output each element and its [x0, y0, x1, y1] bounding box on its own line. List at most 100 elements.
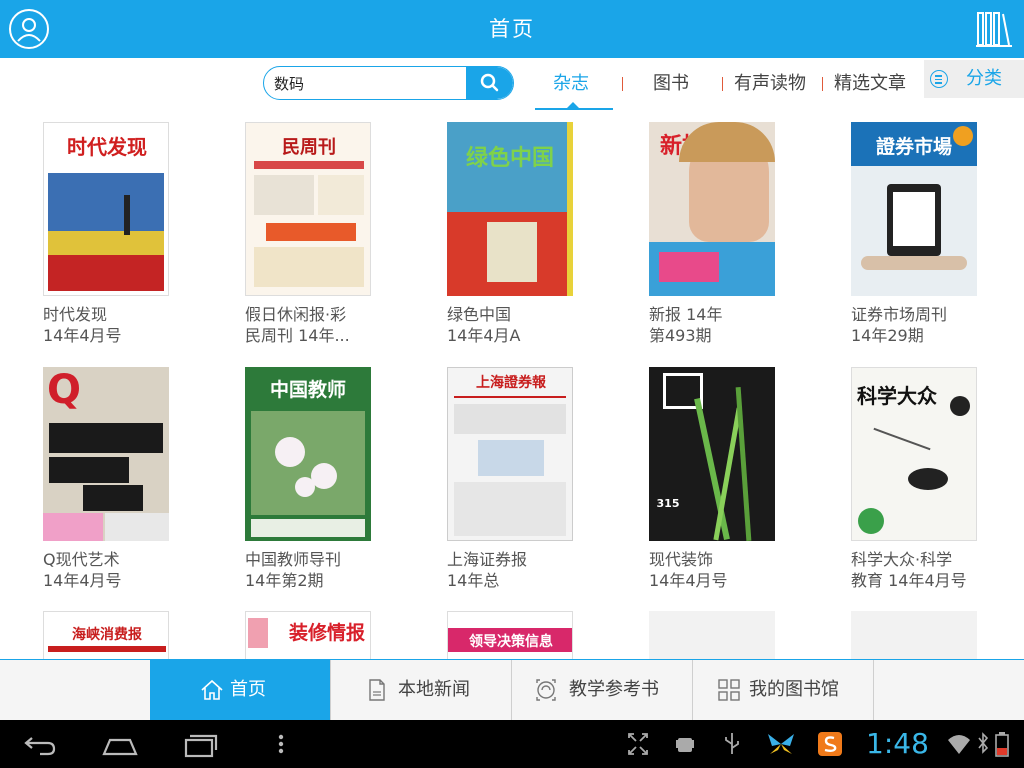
- news-icon: [369, 679, 385, 701]
- magazine-cover-placeholder: [851, 611, 977, 659]
- search-box: [263, 66, 514, 100]
- magazine-item[interactable]: 上海證券報 上海证券报 14年总: [447, 367, 587, 591]
- fullscreen-icon: [628, 733, 648, 755]
- magazine-caption: 科学大众·科学 教育 14年4月号: [851, 549, 991, 591]
- magazine-issue: 14年4月A: [447, 326, 521, 345]
- magazine-item[interactable]: 315 现代装饰 14年4月号: [649, 367, 789, 591]
- page-title: 首页: [489, 17, 535, 41]
- menu-icon: [930, 70, 948, 88]
- magazine-title: 中国教师导刊: [245, 550, 342, 569]
- magazine-cover: 證券市場: [851, 122, 977, 296]
- android-debug-icon: [676, 738, 694, 752]
- home-system-icon[interactable]: [100, 730, 140, 758]
- magazine-issue: 14年4月号: [43, 571, 122, 590]
- magazine-title: 现代装饰: [649, 550, 714, 569]
- magazine-item[interactable]: 装修情报: [245, 611, 385, 659]
- home-icon: [201, 679, 223, 700]
- magazine-item[interactable]: 领导决策信息: [447, 611, 587, 659]
- search-button[interactable]: [466, 67, 513, 99]
- magazine-title: 绿色中国: [447, 305, 512, 324]
- cover-masthead: 上海證券報: [476, 375, 546, 391]
- magazine-caption: 新报 14年 第493期: [649, 304, 789, 346]
- nav-reference-books-label: 教学参考书: [569, 679, 659, 700]
- cover-masthead: 领导决策信息: [469, 634, 553, 650]
- system-bar: 1:48: [0, 720, 1024, 768]
- magazine-cover-placeholder: [649, 611, 775, 659]
- magazine-cover: 领导决策信息: [447, 611, 573, 659]
- recent-apps-icon[interactable]: [182, 730, 220, 758]
- magazine-cover: 中国教师: [245, 367, 371, 541]
- magazine-cover: 绿色中国: [447, 122, 573, 296]
- magazine-issue: 民周刊 14年...: [245, 326, 350, 345]
- nav-reference-books[interactable]: 教学参考书: [512, 660, 693, 720]
- magazine-title: 证券市场周刊: [851, 305, 948, 324]
- magazine-item[interactable]: 科学大众 科学大众·科学 教育 14年4月号: [851, 367, 991, 591]
- tab-books[interactable]: 图书: [653, 58, 689, 110]
- tab-separator: [822, 77, 823, 91]
- magazine-cover: 民周刊: [245, 122, 371, 296]
- magazine-title: 新报 14年: [649, 305, 723, 324]
- overflow-menu-icon[interactable]: [274, 730, 288, 758]
- wifi-icon: [948, 735, 970, 754]
- nav-my-library-label: 我的图书馆: [749, 679, 839, 700]
- nav-local-news[interactable]: 本地新闻: [331, 660, 512, 720]
- app-window: 首页 杂志 图书 有声读物 精选文章: [0, 0, 1024, 768]
- magazine-issue: 14年第2期: [245, 571, 324, 590]
- tab-separator: [722, 77, 723, 91]
- magazine-title: 假日休闲报·彩: [245, 305, 347, 324]
- reference-book-icon: [536, 679, 556, 701]
- magazine-item[interactable]: 时代发现 时代发现 14年4月号: [43, 122, 183, 346]
- magazine-cover: 时代发现: [43, 122, 169, 296]
- butterfly-app-icon: [768, 734, 794, 754]
- magazine-caption: 中国教师导刊 14年第2期: [245, 549, 385, 591]
- magazine-caption: 时代发现 14年4月号: [43, 304, 183, 346]
- bluetooth-icon: [978, 732, 989, 754]
- magazine-caption: 现代装饰 14年4月号: [649, 549, 789, 591]
- bookshelf-icon[interactable]: [976, 10, 1012, 48]
- nav-local-news-label: 本地新闻: [398, 679, 470, 700]
- magazine-item[interactable]: 海峡消费报: [43, 611, 183, 659]
- magazine-cover: Q: [43, 367, 169, 541]
- tab-audiobooks[interactable]: 有声读物: [734, 58, 806, 110]
- back-icon[interactable]: [22, 730, 58, 758]
- magazine-title: 科学大众·科学: [851, 550, 953, 569]
- magazine-item[interactable]: 證券市場 证券市场周刊 14年29期: [851, 122, 991, 346]
- cover-masthead: 民周刊: [282, 137, 336, 158]
- magazine-issue: 第493期: [649, 326, 712, 345]
- magazine-item[interactable]: Q Q现代艺术 14年4月号: [43, 367, 183, 591]
- magazine-item-placeholder[interactable]: [851, 611, 991, 659]
- magazine-item-placeholder[interactable]: [649, 611, 789, 659]
- cover-masthead: 装修情报: [288, 622, 365, 644]
- magazine-item[interactable]: 中国教师 中国教师导刊 14年第2期: [245, 367, 385, 591]
- search-input[interactable]: [274, 67, 470, 99]
- battery-icon: [995, 732, 1009, 757]
- filter-bar: 杂志 图书 有声读物 精选文章 分类: [0, 58, 1024, 110]
- cover-masthead: 科学大众: [857, 384, 937, 408]
- sogou-input-icon: [818, 732, 842, 756]
- magazine-item[interactable]: 民周刊 假日休闲报·彩 民周刊 14年...: [245, 122, 385, 346]
- nav-home[interactable]: 首页: [150, 660, 331, 720]
- nav-home-label: 首页: [230, 679, 266, 700]
- magazine-issue: 14年总: [447, 571, 500, 590]
- bottom-navigation: 首页 本地新闻 教学参考书 我的图书馆: [0, 659, 1024, 720]
- magazine-cover: 上海證券報: [447, 367, 573, 541]
- magazine-item[interactable]: 新报 新报 14年 第493期: [649, 122, 789, 346]
- active-tab-caret: [566, 102, 580, 109]
- search-icon: [480, 73, 499, 92]
- magazine-issue: 14年4月号: [43, 326, 122, 345]
- tab-selected-articles[interactable]: 精选文章: [834, 58, 906, 110]
- cover-masthead: 315: [656, 497, 680, 510]
- magazine-caption: 绿色中国 14年4月A: [447, 304, 587, 346]
- magazine-cover: 科学大众: [851, 367, 977, 541]
- magazine-caption: 上海证券报 14年总: [447, 549, 587, 591]
- cover-masthead: 时代发现: [67, 135, 147, 159]
- magazine-cover: 315: [649, 367, 775, 541]
- category-button[interactable]: 分类: [924, 60, 1024, 98]
- magazine-item[interactable]: 绿色中国 绿色中国 14年4月A: [447, 122, 587, 346]
- usb-icon: [725, 733, 739, 754]
- magazine-title: Q现代艺术: [43, 550, 120, 569]
- magazine-caption: 假日休闲报·彩 民周刊 14年...: [245, 304, 385, 346]
- cover-masthead: 绿色中国: [465, 146, 554, 171]
- cover-masthead: 海峡消费报: [72, 627, 142, 643]
- nav-my-library[interactable]: 我的图书馆: [693, 660, 874, 720]
